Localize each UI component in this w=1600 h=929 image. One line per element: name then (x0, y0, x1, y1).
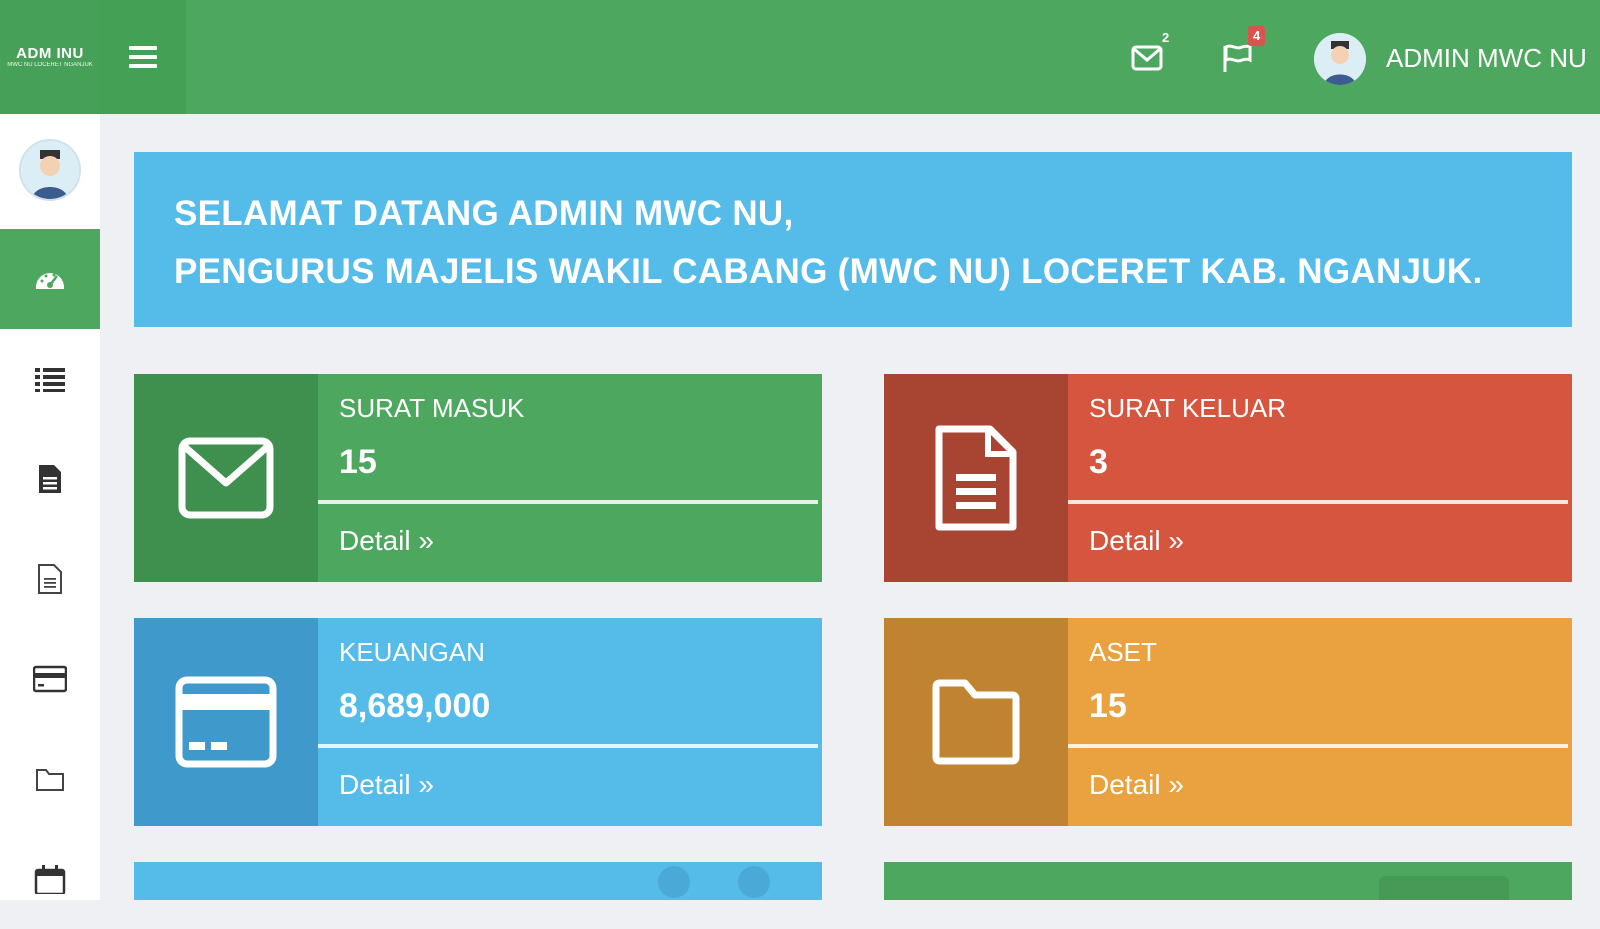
card-keuangan-detail-link[interactable]: Detail » (339, 768, 434, 802)
user-avatar-icon (21, 141, 79, 199)
sidebar-item-keuangan[interactable] (0, 629, 100, 729)
top-navbar: ADM INU MWC NU LOCERET NGANJUK 2 4 ADMIN… (0, 0, 1600, 114)
card-keuangan-value: 8,689,000 (339, 687, 491, 725)
envelope-icon (1131, 45, 1163, 71)
card-aset-title: ASET (1089, 637, 1157, 667)
hamburger-icon (129, 46, 157, 68)
credit-card-icon (33, 665, 67, 693)
welcome-line-2: PENGURUS MAJELIS WAKIL CABANG (MWC NU) L… (174, 252, 1483, 291)
card-surat-masuk-icon-panel (134, 374, 318, 582)
card-aset-icon-panel (884, 618, 1068, 826)
sidebar-item-surat-keluar[interactable] (0, 529, 100, 629)
sidebar-item-dashboard[interactable] (0, 229, 100, 329)
card-surat-keluar-icon-panel (884, 374, 1068, 582)
card-surat-masuk-detail-link[interactable]: Detail » (339, 524, 434, 558)
document-filled-icon (39, 465, 61, 493)
sidebar-item-calendar[interactable] (0, 829, 100, 929)
sidebar (0, 114, 100, 900)
card-surat-masuk-value: 15 (339, 443, 377, 481)
document-icon (935, 425, 1017, 531)
card-surat-keluar-title: SURAT KELUAR (1089, 393, 1286, 423)
user-avatar-icon (1314, 33, 1366, 85)
user-name[interactable]: ADMIN MWC NU (1386, 42, 1587, 74)
card-surat-keluar-value: 3 (1089, 443, 1108, 481)
welcome-banner: SELAMAT DATANG ADMIN MWC NU, PENGURUS MA… (134, 152, 1572, 327)
card-separator (1068, 500, 1568, 504)
card-keuangan-icon-panel (134, 618, 318, 826)
dashboard-icon (36, 273, 64, 289)
credit-card-icon (175, 676, 277, 768)
card-separator (318, 500, 818, 504)
card-separator (1068, 744, 1568, 748)
card-aset-detail-link[interactable]: Detail » (1089, 768, 1184, 802)
brand-title: ADM INU (16, 44, 84, 62)
card-surat-keluar-detail-link[interactable]: Detail » (1089, 524, 1184, 558)
calendar-icon (34, 865, 66, 894)
hamburger-menu-button[interactable] (100, 0, 186, 114)
sidebar-item-surat-masuk[interactable] (0, 429, 100, 529)
flag-icon (1223, 44, 1252, 72)
sidebar-item-list[interactable] (0, 329, 100, 429)
folder-icon (932, 679, 1020, 765)
card-separator (318, 744, 818, 748)
brand-logo[interactable]: ADM INU MWC NU LOCERET NGANJUK (0, 0, 100, 114)
brand-subtitle: MWC NU LOCERET NGANJUK (7, 61, 93, 68)
card-aset: ASET 15 Detail » (884, 618, 1572, 826)
sidebar-avatar[interactable] (19, 139, 81, 201)
card-aset-value: 15 (1089, 687, 1127, 725)
card-surat-masuk: SURAT MASUK 15 Detail » (134, 374, 822, 582)
users-icon (658, 866, 770, 898)
card-keuangan-title: KEUANGAN (339, 637, 485, 667)
notifications-count-badge: 4 (1248, 26, 1266, 46)
envelope-icon (178, 437, 274, 519)
card-partial-green (884, 862, 1572, 900)
card-keuangan: KEUANGAN 8,689,000 Detail » (134, 618, 822, 826)
box-icon (1379, 876, 1509, 900)
document-outline-icon (38, 564, 62, 594)
card-partial-blue (134, 862, 822, 900)
messages-button[interactable] (1127, 38, 1167, 78)
list-icon (35, 368, 65, 392)
messages-count-badge: 2 (1162, 30, 1170, 45)
welcome-line-1: SELAMAT DATANG ADMIN MWC NU, (174, 194, 794, 233)
folder-icon (36, 769, 64, 791)
card-surat-keluar: SURAT KELUAR 3 Detail » (884, 374, 1572, 582)
sidebar-item-aset[interactable] (0, 729, 100, 829)
user-avatar[interactable] (1314, 33, 1366, 85)
card-surat-masuk-title: SURAT MASUK (339, 393, 525, 423)
